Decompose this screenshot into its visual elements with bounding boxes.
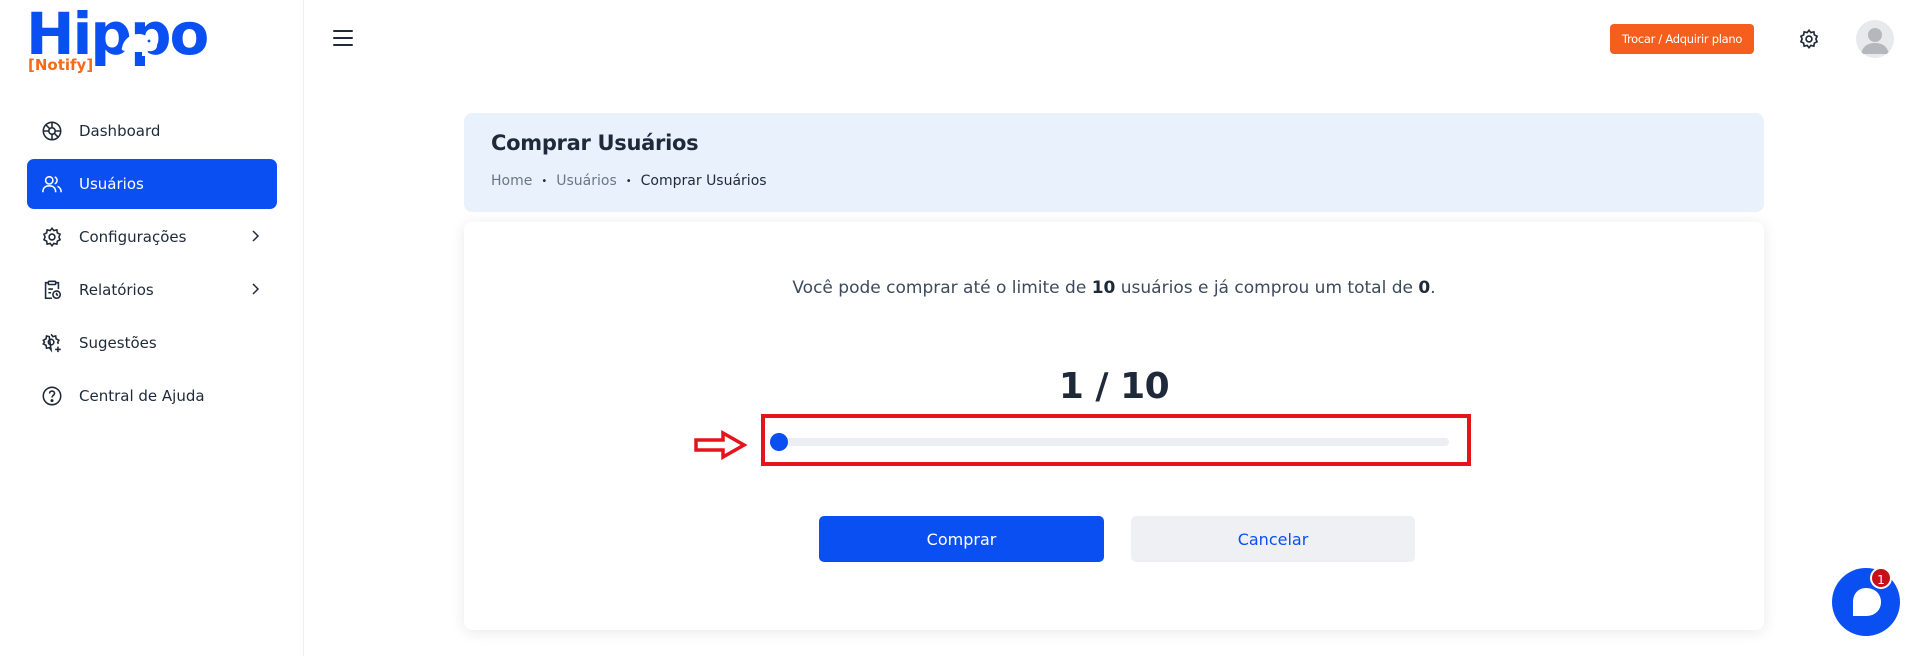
slider-thumb[interactable]: [770, 433, 788, 451]
sidebar-item-central-de-ajuda[interactable]: Central de Ajuda: [27, 371, 277, 421]
purchase-info-text: Você pode comprar até o limite de 10 usu…: [464, 278, 1764, 298]
info-suffix: .: [1430, 278, 1436, 298]
sidebar-item-label: Configurações: [79, 228, 187, 246]
user-avatar-icon: [1861, 28, 1889, 54]
sidebar-item-label: Relatórios: [79, 281, 154, 299]
page-title: Comprar Usuários: [491, 131, 699, 155]
brand-logo[interactable]: Hippo [Notify]: [26, 2, 209, 76]
slider-track[interactable]: [770, 433, 1449, 451]
user-limit: 10: [1091, 278, 1116, 298]
user-avatar[interactable]: [1856, 20, 1894, 58]
sidebar: Hippo [Notify] Dashboard Usuários Config…: [0, 0, 304, 656]
breadcrumb-home[interactable]: Home: [491, 173, 532, 189]
report-icon: [40, 278, 64, 302]
breadcrumb-current: Comprar Usuários: [640, 173, 767, 189]
user-quantity-slider[interactable]: [761, 414, 1471, 466]
help-icon: [40, 384, 64, 408]
sidebar-item-usuarios[interactable]: Usuários: [27, 159, 277, 209]
sidebar-item-label: Sugestões: [79, 334, 157, 352]
arrow-right-icon: [694, 430, 748, 460]
purchase-card: Você pode comprar até o limite de 10 usu…: [464, 222, 1764, 630]
page-header-card: Comprar Usuários Home • Usuários • Compr…: [464, 113, 1764, 212]
sidebar-item-dashboard[interactable]: Dashboard: [27, 106, 277, 156]
users-icon: [40, 172, 64, 196]
menu-toggle-icon[interactable]: [333, 30, 353, 46]
sidebar-item-sugestoes[interactable]: Sugestões: [27, 318, 277, 368]
sidebar-item-configuracoes[interactable]: Configurações: [27, 212, 277, 262]
breadcrumb-usuarios[interactable]: Usuários: [556, 173, 617, 189]
users-purchased: 0: [1418, 278, 1431, 298]
user-quantity-counter: 1 / 10: [1058, 366, 1170, 407]
breadcrumb: Home • Usuários • Comprar Usuários: [491, 173, 767, 189]
cancel-button[interactable]: Cancelar: [1131, 516, 1415, 562]
suggestion-icon: [40, 331, 64, 355]
breadcrumb-separator: •: [625, 175, 632, 187]
hippo-icon: [121, 34, 158, 57]
sidebar-item-label: Usuários: [79, 175, 144, 193]
sidebar-item-relatorios[interactable]: Relatórios: [27, 265, 277, 315]
info-prefix: Você pode comprar até o limite de: [792, 278, 1092, 298]
dashboard-icon: [40, 119, 64, 143]
chevron-right-icon: [252, 230, 260, 242]
change-plan-button[interactable]: Trocar / Adquirir plano: [1610, 24, 1754, 54]
brand-subtitle: [Notify]: [28, 56, 94, 74]
sidebar-item-label: Dashboard: [79, 122, 161, 140]
settings-gear-icon[interactable]: [1798, 28, 1820, 50]
notification-badge: 1: [1870, 567, 1892, 589]
breadcrumb-separator: •: [541, 175, 548, 187]
chevron-right-icon: [252, 283, 260, 295]
sidebar-nav: Dashboard Usuários Configurações Relatór…: [27, 106, 277, 424]
sidebar-item-label: Central de Ajuda: [79, 387, 205, 405]
buy-button[interactable]: Comprar: [819, 516, 1104, 562]
gear-icon: [40, 225, 64, 249]
info-middle: usuários e já comprou um total de: [1115, 278, 1419, 298]
